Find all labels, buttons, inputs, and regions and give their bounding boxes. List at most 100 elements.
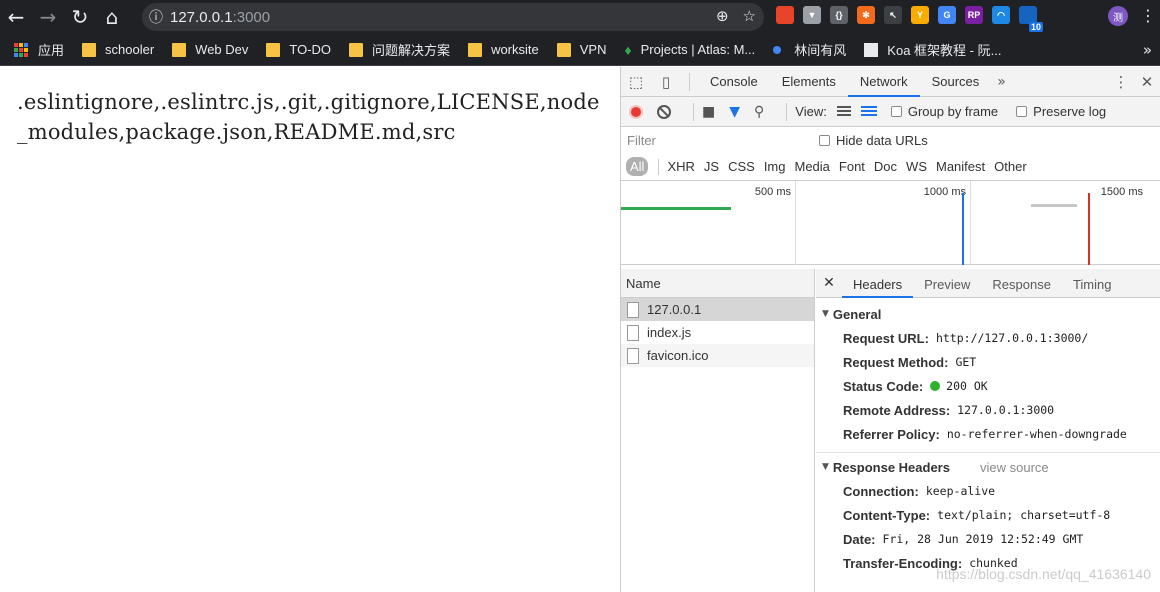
name-column-header[interactable]: Name (621, 269, 814, 298)
yellow-y-extension-icon[interactable]: Y (911, 6, 929, 24)
bookmark-item[interactable]: schooler (82, 42, 154, 57)
tab-headers[interactable]: Headers (842, 269, 914, 298)
bookmark-item[interactable]: VPN (556, 42, 606, 57)
url-text[interactable]: 127.0.0.1:3000 (170, 9, 270, 26)
document-icon (627, 301, 639, 318)
general-section-toggle[interactable]: ▼ General (816, 302, 1160, 326)
type-filter-font[interactable]: Font (839, 159, 865, 174)
bookmark-item[interactable]: worksite (468, 42, 539, 57)
device-toolbar-icon[interactable]: ▯ (651, 67, 681, 97)
inspect-element-icon[interactable]: ⬚ (621, 67, 651, 97)
type-filter-js[interactable]: JS (704, 159, 719, 174)
bookmark-star-icon[interactable]: ☆ (743, 7, 756, 25)
vue-extension-icon[interactable]: ▼ (803, 6, 821, 24)
capture-screenshots-icon[interactable]: ■ (702, 104, 715, 120)
request-row[interactable]: index.js (621, 321, 814, 344)
rp-extension-icon[interactable]: RP (965, 6, 983, 24)
zoom-icon[interactable]: ⊕ (716, 7, 729, 25)
bookmark-item[interactable]: 问题解决方案 (349, 40, 450, 59)
network-requests-area: Name 127.0.0.1 index.js favicon.ico ✕ He… (621, 269, 1160, 592)
request-row[interactable]: 127.0.0.1 (621, 298, 814, 321)
folder-icon (468, 42, 483, 57)
hide-data-urls-label: Hide data URLs (836, 132, 928, 148)
directory-listing-text: .eslintignore,.eslintrc.js,.git,.gitigno… (17, 90, 600, 144)
tab-timing[interactable]: Timing (1062, 269, 1123, 298)
home-icon[interactable]: ⌂ (96, 0, 128, 34)
flame-extension-icon[interactable] (776, 6, 794, 24)
devtools-menu-icon[interactable]: ⋮ (1108, 73, 1134, 91)
bookmark-item[interactable]: 林间有风 (773, 40, 846, 59)
koa-site-icon (864, 42, 879, 57)
bookmark-item[interactable]: TO-DO (266, 42, 331, 57)
request-row[interactable]: favicon.ico (621, 344, 814, 367)
profile-avatar[interactable]: 测 (1108, 6, 1128, 26)
checkbox-box[interactable] (1016, 106, 1028, 117)
group-by-frame-checkbox[interactable]: Group by frame (890, 104, 998, 119)
badge-extension-icon[interactable]: 10 (1019, 6, 1043, 32)
network-toolbar: ■ ▼ ⚲ View: Group by frame Preserve log (621, 97, 1160, 127)
bookmark-item[interactable]: 应用 (14, 40, 64, 59)
forward-arrow-icon[interactable]: → (32, 0, 64, 34)
waterfall-overview-icon[interactable] (860, 106, 877, 117)
header-entry: Content-Type: text/plain; charset=utf-8 (816, 503, 1160, 527)
large-rows-icon[interactable] (836, 106, 851, 117)
search-icon[interactable]: ⚲ (754, 104, 764, 120)
close-devtools-icon[interactable]: ✕ (1134, 73, 1160, 91)
folder-icon (172, 42, 187, 57)
preserve-log-checkbox[interactable]: Preserve log (1016, 104, 1106, 119)
orange-extension-icon[interactable]: ✻ (857, 6, 875, 24)
header-entry: Referrer Policy: no-referrer-when-downgra… (816, 422, 1160, 446)
type-filter-all[interactable]: All (626, 157, 649, 176)
back-arrow-icon[interactable]: ← (0, 0, 32, 34)
header-entry: Remote Address: 127.0.0.1:3000 (816, 398, 1160, 422)
filter-input[interactable] (627, 130, 805, 150)
tab-console[interactable]: Console (698, 67, 770, 97)
expand-triangle-icon: ▼ (822, 309, 829, 319)
tab-elements[interactable]: Elements (770, 67, 848, 97)
timeline-bar-green (621, 207, 731, 210)
clear-icon[interactable] (657, 104, 671, 119)
bookmark-item[interactable]: Koa 框架教程 - 阮... (864, 40, 1001, 59)
tab-network[interactable]: Network (847, 67, 920, 97)
checkbox-box[interactable] (890, 106, 902, 117)
more-tabs-icon[interactable]: » (991, 74, 1012, 90)
wifi-extension-icon[interactable]: ◠ (992, 6, 1010, 24)
header-value: no-referrer-when-downgrade (946, 427, 1127, 441)
header-entry: Request URL: http://127.0.0.1:3000/ (816, 326, 1160, 350)
reload-icon[interactable]: ↻ (64, 0, 96, 34)
tab-preview[interactable]: Preview (913, 269, 981, 298)
bookmark-item[interactable]: Web Dev (172, 42, 248, 57)
document-icon (627, 324, 639, 341)
type-filter-other[interactable]: Other (994, 159, 1027, 174)
devtools-tabbar: ⬚ ▯ Console Elements Network Sources » ⋮… (621, 67, 1160, 97)
address-bar[interactable]: ⓘ 127.0.0.1:3000 ⊕ ☆ (142, 3, 764, 31)
chrome-menu-icon[interactable]: ⋮ (1140, 6, 1156, 25)
tab-response[interactable]: Response (981, 269, 1062, 298)
braces-extension-icon[interactable]: {} (830, 6, 848, 24)
cursor-extension-icon[interactable]: ↖ (884, 6, 902, 24)
filter-icon[interactable]: ▼ (729, 104, 740, 120)
header-key: Status Code: (843, 378, 924, 394)
tab-sources[interactable]: Sources (920, 67, 992, 97)
bookmarks-overflow-icon[interactable]: » (1143, 41, 1152, 59)
request-name: index.js (647, 325, 692, 340)
translate-extension-icon[interactable]: G (938, 6, 956, 24)
checkbox-box[interactable] (819, 134, 830, 146)
document-icon (627, 347, 639, 364)
view-source-link[interactable]: view source (980, 460, 1049, 475)
apps-grid-icon (14, 42, 28, 57)
hide-data-urls-checkbox[interactable]: Hide data URLs (819, 133, 928, 148)
close-details-icon[interactable]: ✕ (816, 275, 842, 291)
site-info-icon[interactable]: ⓘ (142, 7, 170, 27)
type-filter-img[interactable]: Img (764, 159, 786, 174)
type-filter-manifest[interactable]: Manifest (936, 159, 985, 174)
bookmark-item[interactable]: ♦ Projects | Atlas: M... (624, 42, 755, 58)
type-filter-css[interactable]: CSS (728, 159, 755, 174)
type-filter-ws[interactable]: WS (906, 159, 927, 174)
type-filter-media[interactable]: Media (794, 159, 829, 174)
response-headers-section-toggle[interactable]: ▼ Response Headers view source (816, 455, 1160, 479)
type-filter-xhr[interactable]: XHR (667, 159, 694, 174)
request-details: ✕ Headers Preview Response Timing ▼ Gener… (816, 269, 1160, 592)
type-filter-doc[interactable]: Doc (874, 159, 897, 174)
record-icon[interactable] (629, 104, 643, 119)
